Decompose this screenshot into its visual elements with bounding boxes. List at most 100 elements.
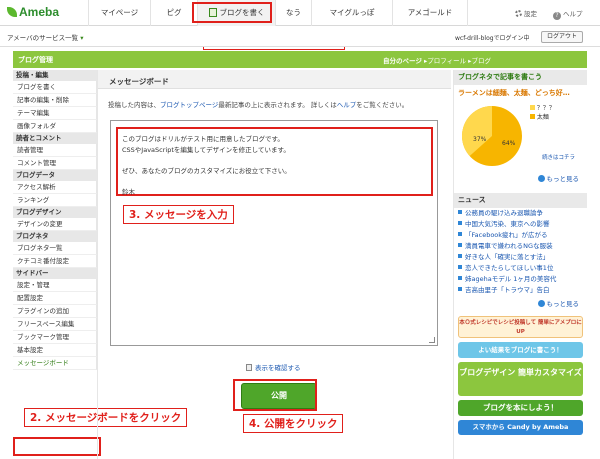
ameba-leaf-icon	[7, 7, 17, 17]
header-links: 自分のページ ▸プロフィール ▸ブログ	[383, 57, 491, 65]
pie-label-b: 64%	[502, 140, 516, 147]
banner-design[interactable]: ブログデザイン 簡単カスタマイズ	[458, 362, 583, 396]
sidebar-item-basic[interactable]: 基本設定	[13, 344, 97, 357]
sidebar-item-analytics[interactable]: アクセス解析	[13, 181, 97, 194]
right-column: ブログネタで記事を書こう ラーメンは細麺、太麺、どっち好… 37% 64% ？？…	[453, 70, 587, 459]
section-title: メッセージボード	[109, 77, 169, 86]
desc-mid: 最新記事の上に表示されます。 詳しくは	[218, 101, 337, 109]
highlight-messageboard	[13, 437, 101, 456]
news-item[interactable]: 満員電車で嫌われるNGな服装	[454, 241, 587, 252]
news-item[interactable]: 好きな人「確実に落とす法」	[454, 252, 587, 263]
sidebar-item-layout[interactable]: 配置設定	[13, 292, 97, 305]
service-list-link[interactable]: アメーバのサービス一覧 ▾	[7, 32, 83, 42]
bullet-icon	[458, 221, 462, 225]
legend-label: ？？？	[536, 105, 555, 112]
message-line: ぜひ、あなたのブログのカスタマイズにお役立て下さい。	[122, 166, 291, 175]
sidebar-item-comments[interactable]: コメント管理	[13, 157, 97, 170]
logout-button[interactable]: ログアウト	[541, 31, 583, 43]
bullet-icon	[458, 243, 462, 247]
sidebar-item-freespace[interactable]: フリースペース編集	[13, 318, 97, 331]
banner-result[interactable]: よい結果をブログに書こう！	[458, 342, 583, 358]
bullet-icon	[458, 210, 462, 214]
news-title: 満員電車で嫌われるNGな服装	[465, 242, 553, 250]
my-page-link[interactable]: 自分のページ	[383, 57, 422, 65]
sidebar-item-bookmark[interactable]: ブックマーク管理	[13, 331, 97, 344]
sidebar-item-kuchikomi[interactable]: クチコミ番付設定	[13, 255, 97, 268]
highlight-publish	[233, 379, 317, 411]
news-title: 恋人できたらしてほしい事1位	[465, 264, 554, 272]
sidebar-group-data: ブログデータ	[13, 170, 97, 181]
management-sidebar: 投稿・編集 ブログを書く 記事の編集・削除 テーマ編集 画像フォルダ 読者とコメ…	[13, 70, 97, 370]
news-item[interactable]: 吉高由里子「トラウマ」告白	[454, 285, 587, 296]
nav-pigg[interactable]: ピグ	[150, 0, 197, 26]
message-line: CSSやJavaScriptを編集してデザインを修正しています。	[122, 145, 290, 154]
legend-item: 太麺	[530, 112, 555, 121]
neta-more-link[interactable]: もっと見る	[454, 173, 587, 183]
sidebar-item-edit-delete[interactable]: 記事の編集・削除	[13, 94, 97, 107]
bullet-icon	[458, 287, 462, 291]
ameba-logo[interactable]: Ameba	[7, 5, 59, 19]
blog-link[interactable]: ブログ	[471, 57, 491, 65]
nav-amegold[interactable]: アメゴールド	[392, 0, 468, 26]
message-line: このブログはドリルがテスト用に用意したブログです。	[122, 135, 284, 143]
arrow-circle-icon	[537, 300, 545, 307]
poll-pie-chart: 37% 64%	[462, 106, 522, 166]
nav-myguruppo[interactable]: マイグルっぽ	[311, 0, 392, 26]
more-label: もっと見る	[546, 175, 580, 183]
sidebar-item-plugin[interactable]: プラグインの追加	[13, 305, 97, 318]
bullet-icon	[458, 265, 462, 269]
news-title: 姉agehaモデル 1ヶ月の美容代	[465, 275, 557, 283]
nav-now[interactable]: なう	[275, 0, 311, 26]
banner-candy[interactable]: スマホから Candy by Ameba	[458, 420, 583, 435]
blog-top-link[interactable]: ブログトップページ	[160, 101, 218, 109]
banner-recipe[interactable]: 本Ｏ式レシピでレシピ投稿して 簡単にアメプロにUP	[458, 316, 583, 338]
sidebar-group-neta: ブログネタ	[13, 231, 97, 242]
help-inline-link[interactable]: ヘルプ	[337, 101, 357, 109]
gear-icon	[515, 10, 522, 17]
news-item[interactable]: 中国大気汚染、東京への影響	[454, 219, 587, 230]
sidebar-item-ranking[interactable]: ランキング	[13, 194, 97, 207]
message-line: 鈴木	[122, 187, 135, 196]
sidebar-item-neta-list[interactable]: ブログネタ一覧	[13, 242, 97, 255]
highlight-write-blog	[192, 2, 272, 23]
legend-item: ？？？	[530, 103, 555, 112]
preview-link[interactable]: 表示を確認する	[246, 362, 301, 372]
sidebar-item-messageboard[interactable]: メッセージボード	[13, 357, 97, 370]
sidebar-item-change-design[interactable]: デザインの変更	[13, 218, 97, 231]
settings-link[interactable]: 設定	[515, 8, 537, 18]
news-item[interactable]: 「Facebook疲れ」が広がる	[454, 230, 587, 241]
main-header: メッセージボード	[98, 70, 451, 89]
message-textarea[interactable]: このブログはドリルがテスト用に用意したブログです。 CSSやJavaScript…	[110, 120, 438, 346]
banner-book[interactable]: ブログを本にしよう！	[458, 400, 583, 416]
login-status: wcf-drill-blogでログイン中	[455, 35, 530, 42]
description-text: 投稿した内容は、ブログトップページ最新記事の上に表示されます。 詳しくはヘルプを…	[108, 99, 408, 109]
sidebar-item-images[interactable]: 画像フォルダ	[13, 120, 97, 133]
sidebar-group-post: 投稿・編集	[13, 70, 97, 81]
bullet-icon	[458, 276, 462, 280]
news-title: 公務員の駆け込み退職論争	[465, 209, 543, 217]
news-title: 吉高由里子「トラウマ」告白	[465, 286, 550, 294]
sidebar-item-write[interactable]: ブログを書く	[13, 81, 97, 94]
top-navigation: Ameba マイページ ピグ ブログを書く なう マイグルっぽ アメゴールド 設…	[0, 0, 600, 26]
profile-link[interactable]: プロフィール	[427, 57, 466, 65]
sidebar-group-design: ブログデザイン	[13, 207, 97, 218]
resize-grip[interactable]	[429, 337, 435, 343]
sidebar-item-readers[interactable]: 読者管理	[13, 144, 97, 157]
news-title: 中国大気汚染、東京への影響	[465, 220, 550, 228]
news-item[interactable]: 公務員の駆け込み退職論争	[454, 208, 587, 219]
annotation-step-4: 4. 公開をクリック	[243, 414, 344, 433]
help-link[interactable]: ? ヘルプ	[553, 8, 583, 20]
legend-label: 太麺	[536, 114, 549, 121]
news-item[interactable]: 姉agehaモデル 1ヶ月の美容代	[454, 274, 587, 285]
news-more-link[interactable]: もっと見る	[454, 298, 587, 308]
nav-mypage[interactable]: マイページ	[88, 0, 150, 26]
sidebar-item-settings[interactable]: 設定・管理	[13, 279, 97, 292]
service-list-label: アメーバのサービス一覧	[7, 34, 79, 42]
news-item[interactable]: 恋人できたらしてほしい事1位	[454, 263, 587, 274]
sidebar-item-theme[interactable]: テーマ編集	[13, 107, 97, 120]
desc-post: をご覧ください。	[356, 101, 409, 109]
neta-question-link[interactable]: ラーメンは細麺、太麺、どっち好…	[454, 85, 587, 101]
poll-other-link[interactable]: 続きはコチラ	[542, 153, 575, 161]
news-header: ニュース	[454, 193, 587, 208]
